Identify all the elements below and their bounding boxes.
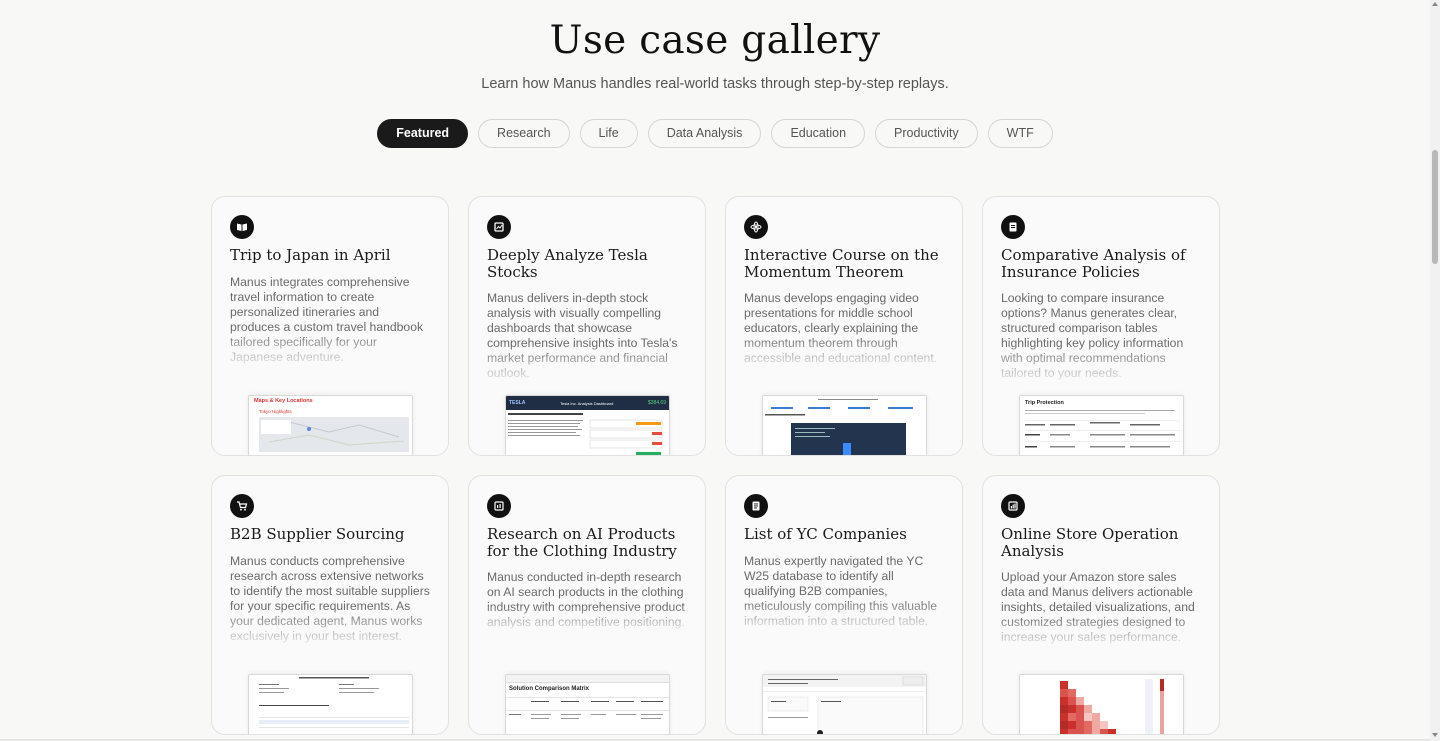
card-description: Manus conducted in-depth research on AI …: [487, 570, 685, 629]
bar-chart-icon: [1001, 494, 1025, 518]
tab-productivity[interactable]: Productivity: [875, 119, 978, 148]
dashboard-image: [508, 413, 663, 455]
supplier-report-image: [259, 677, 409, 728]
page-title: Use case gallery: [549, 18, 881, 63]
use-case-card[interactable]: Comparative Analysis of Insurance Polici…: [982, 196, 1220, 456]
scroll-up-icon[interactable]: [1432, 2, 1438, 6]
preview-price: $384.69: [647, 400, 666, 406]
card-preview: [1019, 674, 1184, 734]
tab-research[interactable]: Research: [478, 119, 570, 148]
chart-icon: [487, 215, 511, 239]
card-title: List of YC Companies: [744, 525, 907, 543]
card-preview: [762, 395, 927, 455]
document-icon: [1001, 215, 1025, 239]
yc-table-image: [763, 675, 926, 734]
preview-heading: Tesla Inc. Analysis Dashboard: [559, 400, 614, 406]
card-title: Comparative Analysis of Insurance Polici…: [1001, 246, 1186, 281]
use-case-grid: Trip to Japan in April Manus integrates …: [211, 196, 1220, 735]
use-case-card[interactable]: Interactive Course on the Momentum Theor…: [725, 196, 963, 456]
list-icon: [744, 494, 768, 518]
card-title: Trip to Japan in April: [230, 246, 391, 264]
heatmap-image: [1020, 675, 1183, 734]
matrix-table-image: [506, 697, 669, 719]
report-icon: [487, 494, 511, 518]
scrollbar[interactable]: [1430, 0, 1440, 741]
card-description: Manus expertly navigated the YC W25 data…: [744, 553, 938, 628]
card-title: Online Store Operation Analysis: [1001, 525, 1179, 560]
card-description: Manus integrates comprehensive travel in…: [230, 274, 424, 364]
use-case-card[interactable]: Trip to Japan in April Manus integrates …: [211, 196, 449, 456]
preview-heading: Solution Comparison Matrix: [509, 686, 590, 692]
atom-icon: [744, 215, 768, 239]
scrollbar-thumb[interactable]: [1432, 150, 1438, 264]
use-case-card[interactable]: List of YC Companies Manus expertly navi…: [725, 475, 963, 735]
card-title: Deeply Analyze Tesla Stocks: [487, 246, 648, 281]
card-preview: [248, 674, 413, 734]
category-tabs: Featured Research Life Data Analysis Edu…: [0, 119, 1430, 148]
preview-subheading: Tokyo Highlights: [259, 409, 292, 414]
tab-data-analysis[interactable]: Data Analysis: [647, 119, 762, 148]
tab-featured[interactable]: Featured: [377, 119, 469, 148]
page-subtitle: Learn how Manus handles real-world tasks…: [481, 76, 949, 92]
card-preview: TESLA Tesla Inc. Analysis Dashboard $384…: [505, 395, 670, 455]
card-description: Looking to compare insurance options? Ma…: [1001, 291, 1184, 380]
card-description: Manus conducts comprehensive research ac…: [230, 553, 430, 643]
use-case-card[interactable]: Deeply Analyze Tesla Stocks Manus delive…: [468, 196, 706, 456]
book-icon: [230, 215, 254, 239]
video-slide-image: [763, 396, 926, 455]
card-preview: Trip Protection: [1019, 395, 1184, 455]
map-image: [259, 417, 409, 452]
card-title: Research on AI Products for the Clothing…: [487, 525, 677, 560]
preview-heading: Trip Protection: [1025, 400, 1064, 406]
tab-wtf[interactable]: WTF: [987, 119, 1053, 148]
comparison-table-image: [1025, 410, 1180, 448]
use-case-card[interactable]: Online Store Operation Analysis Upload y…: [982, 475, 1220, 735]
cart-icon: [230, 494, 254, 518]
card-description: Upload your Amazon store sales data and …: [1001, 570, 1195, 644]
card-title: Interactive Course on the Momentum Theor…: [744, 246, 939, 281]
card-preview: Maps & Key Locations Tokyo Highlights: [248, 395, 413, 455]
preview-brand: TESLA: [509, 400, 526, 406]
card-description: Manus develops engaging video presentati…: [744, 291, 938, 365]
scroll-down-icon[interactable]: [1432, 733, 1438, 737]
use-case-card[interactable]: B2B Supplier Sourcing Manus conducts com…: [211, 475, 449, 735]
card-preview: Solution Comparison Matrix: [505, 674, 670, 734]
card-preview: [762, 674, 927, 734]
card-title: B2B Supplier Sourcing: [230, 525, 405, 543]
use-case-card[interactable]: Research on AI Products for the Clothing…: [468, 475, 706, 735]
tab-education[interactable]: Education: [771, 119, 866, 148]
preview-heading: Maps & Key Locations: [254, 398, 313, 404]
tab-life[interactable]: Life: [579, 119, 638, 148]
card-description: Manus delivers in-depth stock analysis w…: [487, 291, 678, 380]
